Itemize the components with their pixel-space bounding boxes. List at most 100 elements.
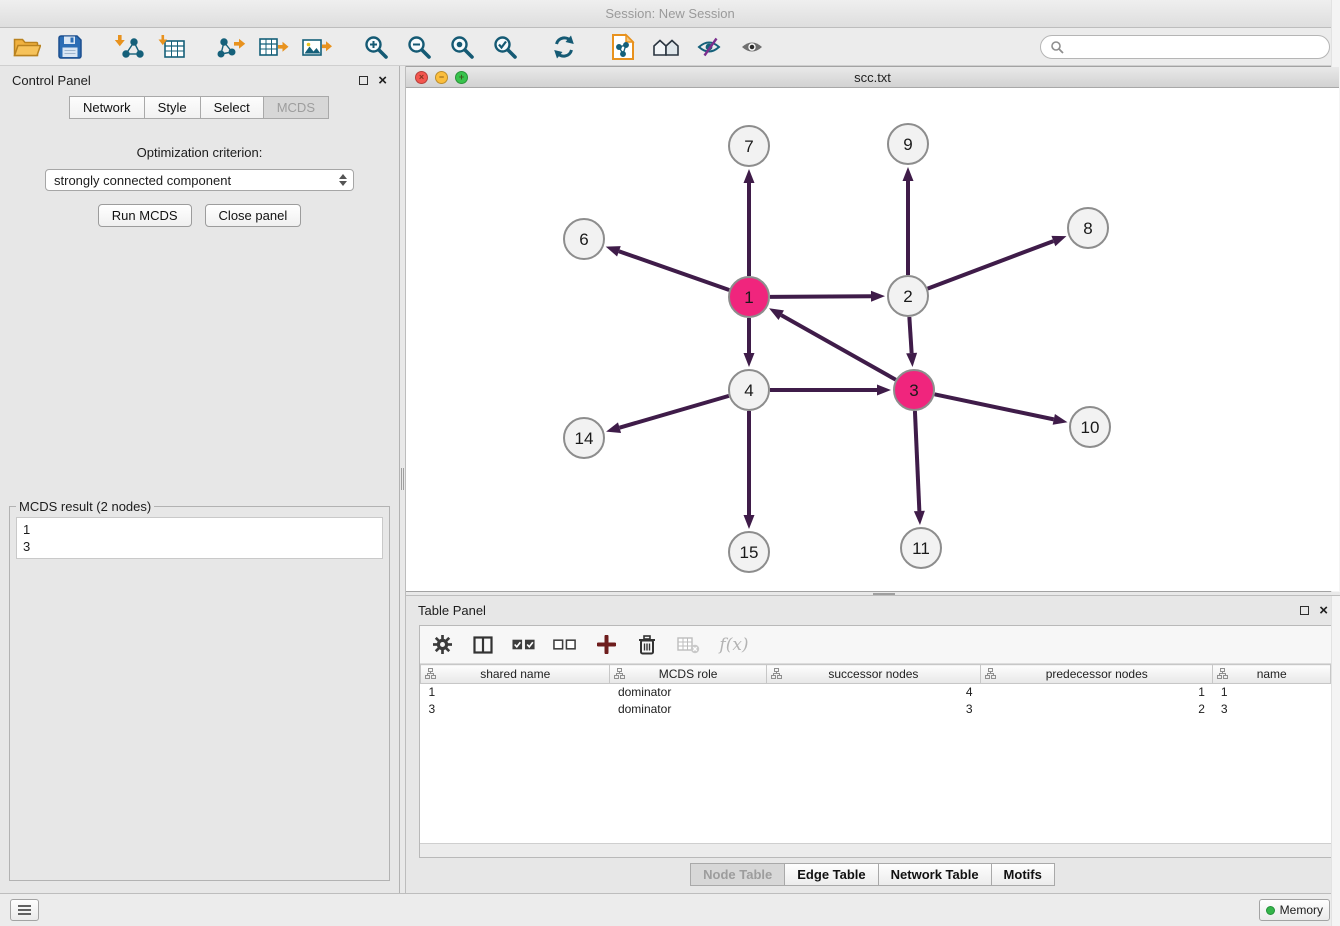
network-document-button[interactable] [606,31,640,63]
zoom-fit-button[interactable] [445,31,479,63]
criterion-dropdown[interactable]: strongly connected component [45,169,354,191]
table-horizontal-scrollbar[interactable] [420,843,1331,857]
show-panels-button[interactable] [10,899,39,921]
home-networks-button[interactable] [649,31,683,63]
control-panel-tab-network[interactable]: Network [69,96,145,119]
zoom-window-icon[interactable]: + [455,71,468,84]
edge-arrowhead-icon [871,291,885,302]
checked-boxes-icon [512,638,536,651]
export-image-button[interactable] [300,31,334,63]
import-network-button[interactable] [112,31,146,63]
zoom-selected-button[interactable] [488,31,522,63]
float-panel-icon[interactable] [359,76,368,85]
import-table-button[interactable] [155,31,189,63]
graph-node-label: 11 [912,539,930,558]
close-panel-icon[interactable]: × [1319,603,1328,618]
open-file-button[interactable] [10,31,44,63]
memory-button[interactable]: Memory [1259,899,1330,921]
column-type-icon [425,668,436,682]
column-header-MCDS-role[interactable]: MCDS role [610,665,766,684]
edge-arrowhead-icon [769,308,784,320]
edge-arrowhead-icon [744,353,755,367]
table-settings-button[interactable] [430,633,454,657]
graph-edge-3-1[interactable] [781,315,895,380]
select-all-button[interactable] [512,633,536,657]
show-details-button[interactable] [735,31,769,63]
function-builder-button[interactable]: f(x) [717,633,751,657]
minimize-window-icon[interactable]: − [435,71,448,84]
run-mcds-button[interactable]: Run MCDS [98,204,192,227]
criterion-value: strongly connected component [54,173,231,188]
table-row[interactable]: 3dominator323 [421,701,1331,718]
column-icon [473,636,493,654]
table-cell[interactable]: 2 [981,701,1213,718]
graph-edge-3-10[interactable] [935,394,1054,419]
table-cell[interactable]: 3 [1213,701,1331,718]
network-canvas[interactable]: 7968124314101511 [406,88,1339,591]
table-tab-node-table[interactable]: Node Table [690,863,785,886]
delete-table-icon [677,636,700,654]
graph-edge-1-6[interactable] [619,251,729,290]
hide-details-button[interactable] [692,31,726,63]
eye-slash-icon [697,35,721,59]
graph-edge-4-14[interactable] [620,396,729,428]
table-tab-edge-table[interactable]: Edge Table [784,863,878,886]
graph-edge-3-11[interactable] [915,411,919,511]
export-network-button[interactable] [214,31,248,63]
plus-icon [597,635,616,654]
search-input[interactable] [1070,39,1320,54]
graph-edge-1-2[interactable] [770,296,871,297]
table-cell[interactable]: 3 [421,701,610,718]
houses-icon [652,35,680,59]
table-cell[interactable]: 4 [766,684,980,701]
zoom-in-button[interactable] [359,31,393,63]
network-window-title-bar: × − + scc.txt [406,67,1339,88]
graph-node-label: 9 [903,135,912,154]
table-cell[interactable]: dominator [610,684,766,701]
edge-arrowhead-icon [606,422,621,433]
table-row[interactable]: 1dominator411 [421,684,1331,701]
close-window-icon[interactable]: × [415,71,428,84]
table-tab-motifs[interactable]: Motifs [991,863,1055,886]
export-table-button[interactable] [257,31,291,63]
search-box[interactable] [1040,35,1330,59]
export-table-icon [259,34,289,60]
control-panel-tabs: NetworkStyleSelectMCDS [0,96,399,119]
mcds-result-box: MCDS result (2 nodes) 1 3 [9,499,390,881]
graph-edge-2-8[interactable] [928,241,1054,289]
table-cell[interactable]: 1 [1213,684,1331,701]
table-cell[interactable]: 1 [981,684,1213,701]
deselect-all-button[interactable] [553,633,577,657]
network-graph[interactable]: 7968124314101511 [406,88,1337,591]
float-panel-icon[interactable] [1300,606,1309,615]
splitter-grab-icon[interactable] [401,468,404,490]
zoom-out-button[interactable] [402,31,436,63]
close-panel-icon[interactable]: × [378,73,387,88]
control-panel-tab-select[interactable]: Select [200,96,264,119]
column-header-predecessor-nodes[interactable]: predecessor nodes [981,665,1213,684]
column-header-successor-nodes[interactable]: successor nodes [766,665,980,684]
table-panel: Table Panel × f(x) [406,596,1340,893]
memory-status-icon [1266,906,1275,915]
save-session-button[interactable] [53,31,87,63]
table-splitter[interactable] [406,592,1340,596]
column-header-name[interactable]: name [1213,665,1331,684]
table-tab-network-table[interactable]: Network Table [878,863,992,886]
table-cell[interactable]: 3 [766,701,980,718]
table-cell[interactable]: 1 [421,684,610,701]
show-column-button[interactable] [471,633,495,657]
apply-layout-button[interactable] [547,31,581,63]
control-panel-tab-mcds[interactable]: MCDS [263,96,329,119]
table-cell[interactable]: dominator [610,701,766,718]
add-row-button[interactable] [594,633,618,657]
splitter-grab-icon[interactable] [873,593,895,595]
column-header-shared-name[interactable]: shared name [421,665,610,684]
control-panel-tab-style[interactable]: Style [144,96,201,119]
edge-arrowhead-icon [1053,414,1068,425]
control-panel-header: Control Panel × [0,66,399,94]
delete-row-button[interactable] [635,633,659,657]
graph-edge-2-3[interactable] [909,317,911,353]
delete-table-button[interactable] [676,633,700,657]
control-panel: Control Panel × NetworkStyleSelectMCDS O… [0,66,400,893]
close-panel-button[interactable]: Close panel [205,204,302,227]
